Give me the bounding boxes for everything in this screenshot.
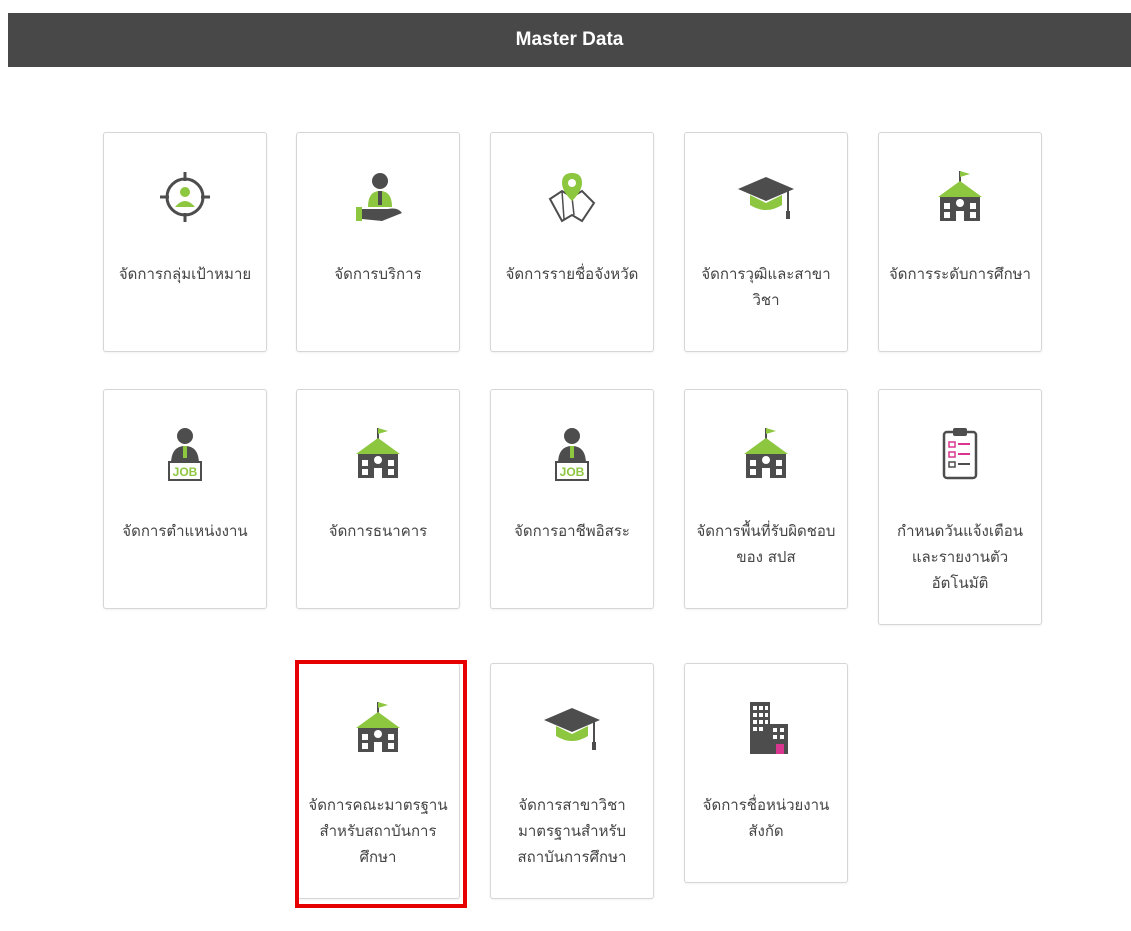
card-freelance[interactable]: JOB จัดการอาชีพอิสระ <box>490 389 654 609</box>
office-building-icon <box>736 698 796 758</box>
svg-text:JOB: JOB <box>173 465 198 479</box>
card-label: จัดการธนาคาร <box>328 522 428 540</box>
card-label: จัดการสาขาวิชามาตรฐานสำหรับสถาบันการศึกษ… <box>517 796 627 866</box>
card-major-standard[interactable]: จัดการสาขาวิชามาตรฐานสำหรับสถาบันการศึกษ… <box>490 663 654 899</box>
card-label: จัดการพื้นที่รับผิดชอบของ สปส <box>696 522 836 566</box>
card-education-level[interactable]: จัดการระดับการศึกษา <box>878 132 1042 352</box>
card-label: จัดการอาชีพอิสระ <box>514 522 630 540</box>
card-label: จัดการคณะมาตรฐานสำหรับสถาบันการศึกษา <box>308 796 448 866</box>
graduation-cap-icon <box>736 167 796 227</box>
card-notification-schedule[interactable]: กำหนดวันแจ้งเตือนและรายงานตัวอัตโนมัติ <box>878 389 1042 625</box>
service-hand-icon <box>348 167 408 227</box>
school-building-icon <box>348 424 408 484</box>
card-label: กำหนดวันแจ้งเตือนและรายงานตัวอัตโนมัติ <box>897 522 1023 592</box>
svg-text:JOB: JOB <box>560 465 585 479</box>
card-label: จัดการระดับการศึกษา <box>889 265 1031 283</box>
map-pin-icon <box>542 167 602 227</box>
card-agency-name[interactable]: จัดการชื่อหน่วยงานสังกัด <box>684 663 848 883</box>
job-person-icon: JOB <box>542 424 602 484</box>
card-label: จัดการตำแหน่งงาน <box>122 522 248 540</box>
target-user-icon <box>155 167 215 227</box>
card-service[interactable]: จัดการบริการ <box>296 132 460 352</box>
card-responsible-area[interactable]: จัดการพื้นที่รับผิดชอบของ สปส <box>684 389 848 609</box>
card-job-position[interactable]: JOB จัดการตำแหน่งงาน <box>103 389 267 609</box>
card-label: จัดการกลุ่มเป้าหมาย <box>118 265 252 283</box>
card-faculty-standard[interactable]: จัดการคณะมาตรฐานสำหรับสถาบันการศึกษา <box>296 663 460 899</box>
card-province[interactable]: จัดการรายชื่อจังหวัด <box>490 132 654 352</box>
master-data-header: Master Data <box>8 13 1131 67</box>
job-person-icon: JOB <box>155 424 215 484</box>
card-bank[interactable]: จัดการธนาคาร <box>296 389 460 609</box>
graduation-cap-icon <box>542 698 602 758</box>
card-label: จัดการวุฒิและสาขาวิชา <box>701 265 831 309</box>
card-degree-major[interactable]: จัดการวุฒิและสาขาวิชา <box>684 132 848 352</box>
school-building-icon <box>930 167 990 227</box>
school-building-icon <box>348 698 408 758</box>
card-label: จัดการบริการ <box>334 265 422 283</box>
clipboard-checklist-icon <box>930 424 990 484</box>
school-building-icon <box>736 424 796 484</box>
card-label: จัดการชื่อหน่วยงานสังกัด <box>702 796 830 840</box>
card-target-group[interactable]: จัดการกลุ่มเป้าหมาย <box>103 132 267 352</box>
card-label: จัดการรายชื่อจังหวัด <box>505 265 639 283</box>
page-title: Master Data <box>515 29 624 50</box>
